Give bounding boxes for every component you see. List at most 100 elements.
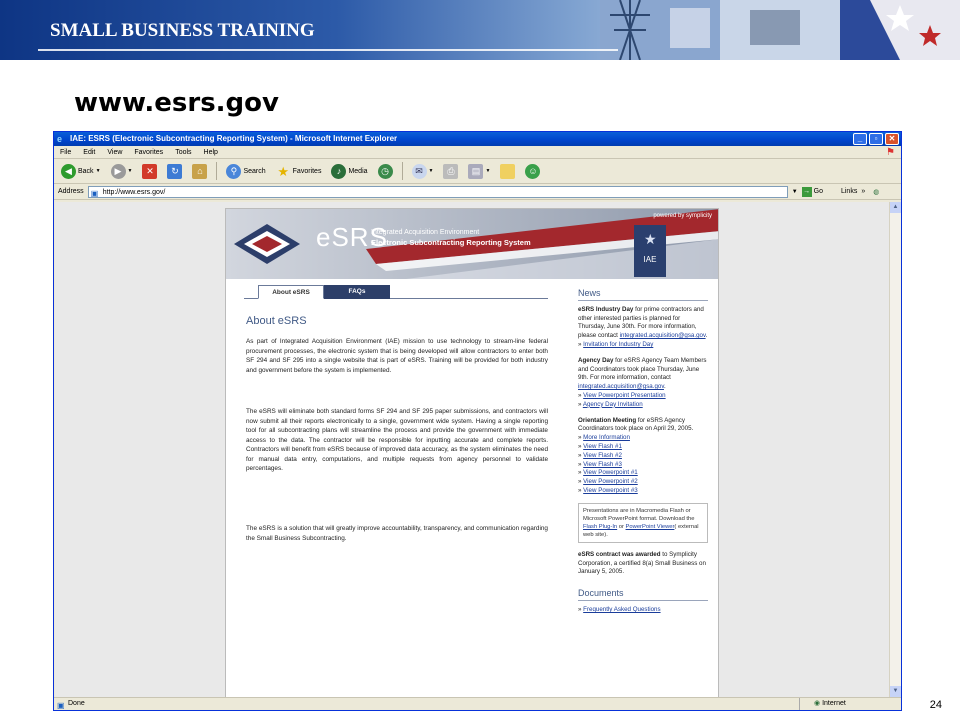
print-button[interactable]: ⎙ xyxy=(440,161,461,181)
note-icon xyxy=(500,163,516,179)
ie-logo-icon: e xyxy=(57,134,63,144)
view-powerpoint-3-link[interactable]: View Powerpoint #3 xyxy=(583,487,638,494)
flash-plugin-link[interactable]: Flash Plug-In xyxy=(583,524,617,530)
address-value: http://www.esrs.gov/ xyxy=(102,188,166,196)
address-label: Address xyxy=(58,188,84,195)
slide-banner: SMALL BUSINESS TRAINING xyxy=(0,0,960,60)
agency-day-invitation-link[interactable]: Agency Day Invitation xyxy=(583,401,643,408)
iae-badge: ★ IAE xyxy=(634,225,666,277)
menu-help[interactable]: Help xyxy=(204,146,218,158)
window-title: IAE: ESRS (Electronic Subcontracting Rep… xyxy=(70,134,398,143)
powerpoint-viewer-link[interactable]: PowerPoint Viewer xyxy=(626,524,675,530)
email-link[interactable]: integrated.acquisition@gsa.gov xyxy=(578,383,664,390)
address-dropdown-icon[interactable]: ▼ xyxy=(792,189,798,195)
home-icon: ⌂ xyxy=(192,163,208,179)
view-flash-3-link[interactable]: View Flash #3 xyxy=(583,461,622,468)
banner-collage-image xyxy=(600,0,960,60)
news-item-contract: eSRS contract was awarded to Symplicity … xyxy=(578,550,706,576)
menu-view[interactable]: View xyxy=(107,146,122,158)
powered-by-link[interactable]: powered by symplicity xyxy=(653,213,712,219)
edit-button[interactable]: ▤ ▼ xyxy=(465,161,493,181)
menu-favorites[interactable]: Favorites xyxy=(134,146,163,158)
norton-icon[interactable]: ◍ xyxy=(873,188,879,196)
media-button[interactable]: ♪ Media xyxy=(328,161,370,181)
chevron-right-icon[interactable]: » xyxy=(861,188,865,195)
about-paragraph-2: The eSRS will eliminate both standard fo… xyxy=(246,408,548,472)
edit-icon: ▤ xyxy=(468,163,484,179)
back-button[interactable]: ◀ Back ▼ xyxy=(58,161,104,181)
iae-badge-label: IAE xyxy=(643,255,657,264)
links-button[interactable]: Links xyxy=(841,188,857,195)
mail-icon: ✉ xyxy=(411,163,427,179)
esrs-header: eSRS Integrated Acquisition Environment … xyxy=(226,209,718,279)
refresh-icon: ↻ xyxy=(167,163,183,179)
about-paragraph-3: The eSRS is a solution that will greatly… xyxy=(246,525,548,542)
window-titlebar[interactable]: e IAE: ESRS (Electronic Subcontracting R… xyxy=(54,132,901,146)
minimize-button[interactable]: _ xyxy=(853,133,867,145)
presentations-note: Presentations are in Macromedia Flash or… xyxy=(578,502,708,543)
maximize-button[interactable]: ▫ xyxy=(869,133,883,145)
view-flash-2-link[interactable]: View Flash #2 xyxy=(583,452,622,459)
powerpoint-presentation-link[interactable]: View Powerpoint Presentation xyxy=(583,392,665,399)
banner-divider xyxy=(38,49,618,51)
news-item-agency-day: Agency Day for eSRS Agency Team Members … xyxy=(578,356,707,408)
refresh-button[interactable]: ↻ xyxy=(164,161,185,181)
favorites-button[interactable]: ★ Favorites xyxy=(273,161,325,181)
search-button[interactable]: ⚲ Search xyxy=(223,161,268,181)
address-input[interactable]: ▣ http://www.esrs.gov/ xyxy=(87,185,788,198)
menu-edit[interactable]: Edit xyxy=(83,146,95,158)
ie-window: e IAE: ESRS (Electronic Subcontracting R… xyxy=(53,131,902,711)
address-bar: Address ▣ http://www.esrs.gov/ ▼ → Go Lin… xyxy=(54,184,901,200)
status-bar: ▣ Done ◉ Internet xyxy=(54,697,901,710)
banner-title: SMALL BUSINESS TRAINING xyxy=(50,20,315,41)
messenger-button[interactable]: ☺ xyxy=(522,161,543,181)
email-link[interactable]: integrated.acquisition@gsa.gov xyxy=(620,332,706,339)
stop-button[interactable]: ✕ xyxy=(139,161,160,181)
home-button[interactable]: ⌂ xyxy=(189,161,210,181)
esrs-page: eSRS Integrated Acquisition Environment … xyxy=(225,208,719,697)
about-paragraph-1: As part of Integrated Acquisition Enviro… xyxy=(246,338,548,374)
forward-button[interactable]: ▶ ▼ xyxy=(108,161,136,181)
close-button[interactable]: ✕ xyxy=(885,133,899,145)
menu-tools[interactable]: Tools xyxy=(175,146,191,158)
media-icon: ♪ xyxy=(331,163,347,179)
star-icon: ★ xyxy=(644,231,657,247)
logo-subtitle-iae: Integrated Acquisition Environment xyxy=(371,229,480,236)
windows-flag-icon: ⚑ xyxy=(886,147,895,158)
logo-subtitle-esrs: Electronic Subcontracting Reporting Syst… xyxy=(371,238,531,247)
go-button[interactable]: → Go xyxy=(801,186,823,197)
forward-arrow-icon: ▶ xyxy=(110,163,126,179)
documents-list: » Frequently Asked Questions xyxy=(578,605,661,613)
vertical-scrollbar[interactable]: ▲ ▼ xyxy=(889,202,901,697)
documents-heading: Documents xyxy=(578,589,708,601)
standard-toolbar: ◀ Back ▼ ▶ ▼ ✕ ↻ ⌂ ⚲ Search ★ Favorites ♪ Medi… xyxy=(54,159,901,184)
printer-icon: ⎙ xyxy=(443,163,459,179)
mail-button[interactable]: ✉ ▼ xyxy=(409,161,437,181)
tab-faqs[interactable]: FAQs xyxy=(324,285,390,299)
toolbar-separator xyxy=(216,162,218,180)
page-icon: ▣ xyxy=(90,188,99,198)
scroll-down-icon[interactable]: ▼ xyxy=(890,686,901,697)
history-button[interactable]: ◷ xyxy=(375,161,396,181)
go-arrow-icon: → xyxy=(801,186,812,197)
history-icon: ◷ xyxy=(377,163,393,179)
view-flash-1-link[interactable]: View Flash #1 xyxy=(583,443,622,450)
back-arrow-icon: ◀ xyxy=(61,163,76,179)
view-powerpoint-2-link[interactable]: View Powerpoint #2 xyxy=(583,478,638,485)
news-sidebar: News eSRS Industry Day for prime contrac… xyxy=(578,289,708,615)
faq-link[interactable]: Frequently Asked Questions xyxy=(583,606,660,613)
slide-title: www.esrs.gov xyxy=(74,88,279,118)
menu-file[interactable]: File xyxy=(60,146,71,158)
news-heading: News xyxy=(578,289,708,301)
stop-icon: ✕ xyxy=(142,163,158,179)
tab-about-esrs[interactable]: About eSRS xyxy=(258,285,324,299)
page-viewport: eSRS Integrated Acquisition Environment … xyxy=(55,202,890,697)
discuss-button[interactable] xyxy=(497,161,518,181)
more-information-link[interactable]: More Information xyxy=(583,434,630,441)
industry-day-invitation-link[interactable]: Invitation for Industry Day xyxy=(583,341,653,348)
page-done-icon: ▣ xyxy=(57,701,65,710)
view-powerpoint-1-link[interactable]: View Powerpoint #1 xyxy=(583,469,638,476)
esrs-logo-icon xyxy=(234,224,300,264)
security-zone: ◉ Internet xyxy=(799,698,889,710)
scroll-up-icon[interactable]: ▲ xyxy=(890,202,901,213)
